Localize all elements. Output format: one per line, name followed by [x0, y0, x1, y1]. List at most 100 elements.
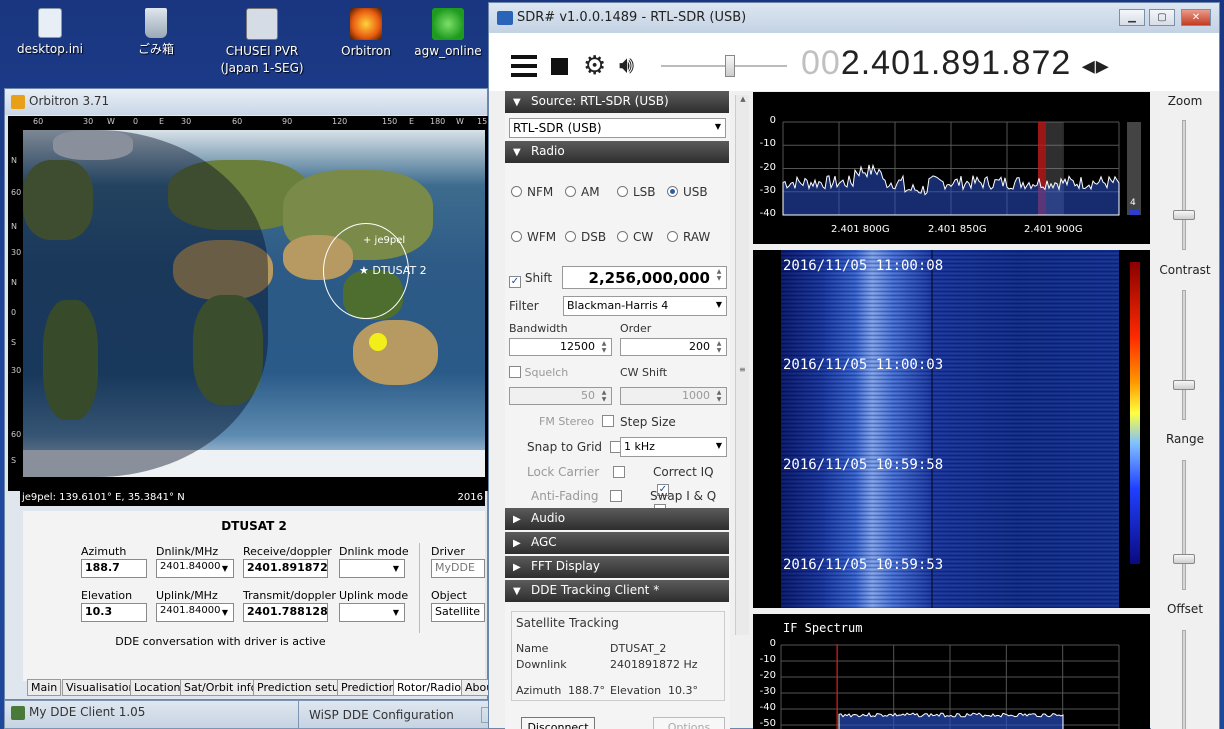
- order-input[interactable]: 200 ▲ ▼: [620, 338, 727, 356]
- zoom-slider[interactable]: [1173, 210, 1195, 220]
- orbitron-app-icon: [11, 95, 25, 109]
- mode-wfm[interactable]: WFM: [511, 230, 556, 244]
- driver-field[interactable]: MyDDE: [431, 559, 485, 578]
- shift-checkbox[interactable]: ✓ Shift: [509, 271, 552, 288]
- dnmode-select[interactable]: ▼: [339, 559, 405, 578]
- spectrum-x-tick: 2.401 900G: [1024, 224, 1083, 235]
- object-field[interactable]: Satellite: [431, 603, 485, 622]
- map-tick-label: 180: [430, 117, 446, 126]
- shift-input[interactable]: 2,256,000,000 ▲ ▼: [562, 266, 727, 289]
- if-spectrum-display[interactable]: IF Spectrum 0 -10 -20 -30 -40 -50: [753, 614, 1150, 729]
- squelch-checkbox[interactable]: Squelch: [509, 366, 568, 379]
- audio-section-header[interactable]: ▶ Audio: [505, 508, 729, 530]
- radio-section-header[interactable]: ▼ Radio: [505, 141, 729, 163]
- tab-prediction[interactable]: Prediction: [337, 679, 400, 696]
- mode-cw[interactable]: CW: [617, 230, 653, 244]
- meter-value: 4: [1130, 198, 1136, 208]
- spectrum-display[interactable]: 0 -10 -20 -30 -40 2.401 800G 2.401 850G 2.401 …: [753, 92, 1150, 244]
- spinner-icon[interactable]: ▲ ▼: [713, 268, 725, 282]
- step-size-select[interactable]: 1 kHz ▼: [620, 437, 727, 457]
- options-button[interactable]: Options: [653, 717, 725, 729]
- spectrum-y-tick: -40: [759, 208, 776, 219]
- snap-to-grid-checkbox[interactable]: Snap to Grid: [527, 440, 622, 454]
- dde-client-window[interactable]: My DDE Client 1.05: [4, 700, 304, 729]
- mode-usb[interactable]: USB: [667, 185, 708, 199]
- mode-nfm[interactable]: NFM: [511, 185, 553, 199]
- tab-about[interactable]: Abou: [461, 679, 489, 696]
- spinner-icon[interactable]: ▲ ▼: [598, 340, 610, 354]
- sun-icon: [369, 333, 387, 351]
- receive-field[interactable]: 2401.891872: [243, 559, 328, 578]
- desktop-icon-recycle-bin[interactable]: ごみ箱: [108, 8, 204, 58]
- spectrum-y-tick: -10: [759, 138, 776, 150]
- contrast-track: [1182, 290, 1186, 420]
- range-slider[interactable]: [1173, 554, 1195, 564]
- tab-visualisation[interactable]: Visualisation: [62, 679, 140, 696]
- scroll-up-icon[interactable]: ▲: [737, 95, 749, 107]
- orbitron-titlebar[interactable]: Orbitron 3.71: [5, 89, 487, 115]
- waterfall-noise: [781, 250, 1119, 608]
- desktop-icon-chusei-pvr[interactable]: CHUSEI PVR (Japan 1-SEG): [214, 8, 310, 77]
- dnlink-select[interactable]: 2401.84000 ▼: [156, 559, 234, 578]
- maximize-button[interactable]: ▢: [1149, 9, 1175, 26]
- map-area[interactable]: + je9pel ★ DTUSAT 2: [23, 130, 485, 477]
- station-marker[interactable]: + je9pel: [363, 235, 405, 246]
- mode-am[interactable]: AM: [565, 185, 600, 199]
- waterfall-display[interactable]: 2016/11/05 11:00:08 2016/11/05 11:00:03 …: [753, 250, 1150, 608]
- map-tick-label: 60: [33, 117, 44, 126]
- control-scrollbar[interactable]: ▲ ≡: [735, 95, 749, 635]
- tab-sat-orbit-info[interactable]: Sat/Orbit info: [180, 679, 262, 696]
- close-button[interactable]: ✕: [1181, 9, 1211, 26]
- filter-select[interactable]: Blackman-Harris 4 ▼: [563, 296, 727, 316]
- contrast-slider[interactable]: [1173, 380, 1195, 390]
- elevation-field[interactable]: 10.3: [81, 603, 147, 622]
- fm-stereo-checkbox[interactable]: FM Stereo: [539, 415, 614, 428]
- tune-arrows-icon[interactable]: ◂▸: [1082, 50, 1110, 80]
- spectrum-x-tick: 2.401 800G: [831, 224, 890, 235]
- menu-icon[interactable]: [511, 55, 537, 77]
- source-select[interactable]: RTL-SDR (USB) ▼: [509, 118, 726, 138]
- file-icon: [38, 8, 62, 38]
- squelch-input[interactable]: 50 ▲ ▼: [509, 387, 612, 405]
- transmit-field[interactable]: 2401.788128: [243, 603, 328, 622]
- desktop-icon-orbitron[interactable]: Orbitron: [318, 8, 414, 60]
- desktop-icon-agw-online[interactable]: agw_online: [408, 8, 488, 60]
- minimize-button[interactable]: ▁: [1119, 9, 1145, 26]
- mode-lsb[interactable]: LSB: [617, 185, 656, 199]
- spinner-icon[interactable]: ▲ ▼: [598, 389, 610, 403]
- wisp-window[interactable]: WiSP DDE Configuration ✕: [298, 700, 516, 729]
- dde-section-header[interactable]: ▼ DDE Tracking Client *: [505, 580, 729, 602]
- tab-location[interactable]: Location: [130, 679, 185, 696]
- source-section-header[interactable]: ▼ Source: RTL-SDR (USB): [505, 91, 729, 113]
- speaker-icon[interactable]: 🔊︎: [619, 52, 634, 78]
- gear-icon[interactable]: ⚙: [583, 53, 606, 79]
- fft-section-header[interactable]: ▶ FFT Display: [505, 556, 729, 578]
- sdr-titlebar[interactable]: SDR# v1.0.0.1489 - RTL-SDR (USB) ▁ ▢ ✕: [489, 3, 1219, 33]
- disconnect-button[interactable]: Disconnect: [521, 717, 595, 729]
- tab-prediction-setup[interactable]: Prediction setup: [253, 679, 350, 696]
- agc-section-header[interactable]: ▶ AGC: [505, 532, 729, 554]
- spinner-icon[interactable]: ▲ ▼: [713, 389, 725, 403]
- uplink-select[interactable]: 2401.84000 ▼: [156, 603, 234, 622]
- spinner-icon[interactable]: ▲ ▼: [713, 340, 725, 354]
- track-elevation-label: Elevation: [610, 684, 662, 697]
- frequency-display[interactable]: 002.401.891.872 ◂▸: [801, 44, 1110, 83]
- desktop-icon-ini[interactable]: desktop.ini: [2, 8, 98, 58]
- volume-slider[interactable]: [725, 55, 735, 77]
- azimuth-field[interactable]: 188.7: [81, 559, 147, 578]
- mode-raw[interactable]: RAW: [667, 230, 710, 244]
- map-tick-label: S: [11, 338, 17, 347]
- bandwidth-input[interactable]: 12500 ▲ ▼: [509, 338, 612, 356]
- satellite-marker[interactable]: ★ DTUSAT 2: [359, 264, 427, 277]
- tab-main[interactable]: Main: [27, 679, 62, 696]
- world-map[interactable]: 60 30 W 0 E 30 60 90 120 150 E 180 W 15 N 60 N 30 N 0 S 30 60…: [8, 116, 488, 491]
- anti-fading-checkbox[interactable]: Anti-Fading: [531, 489, 623, 503]
- stop-icon[interactable]: [551, 58, 568, 75]
- sdr-toolbar: ⚙ 🔊︎ 002.401.891.872 ◂▸: [489, 33, 1219, 91]
- lock-carrier-checkbox[interactable]: Lock Carrier: [527, 465, 626, 479]
- upmode-select[interactable]: ▼: [339, 603, 405, 622]
- cwshift-input[interactable]: 1000 ▲ ▼: [620, 387, 727, 405]
- tv-icon: [246, 8, 278, 40]
- mode-dsb[interactable]: DSB: [565, 230, 606, 244]
- tab-rotor-radio[interactable]: Rotor/Radio: [393, 679, 466, 696]
